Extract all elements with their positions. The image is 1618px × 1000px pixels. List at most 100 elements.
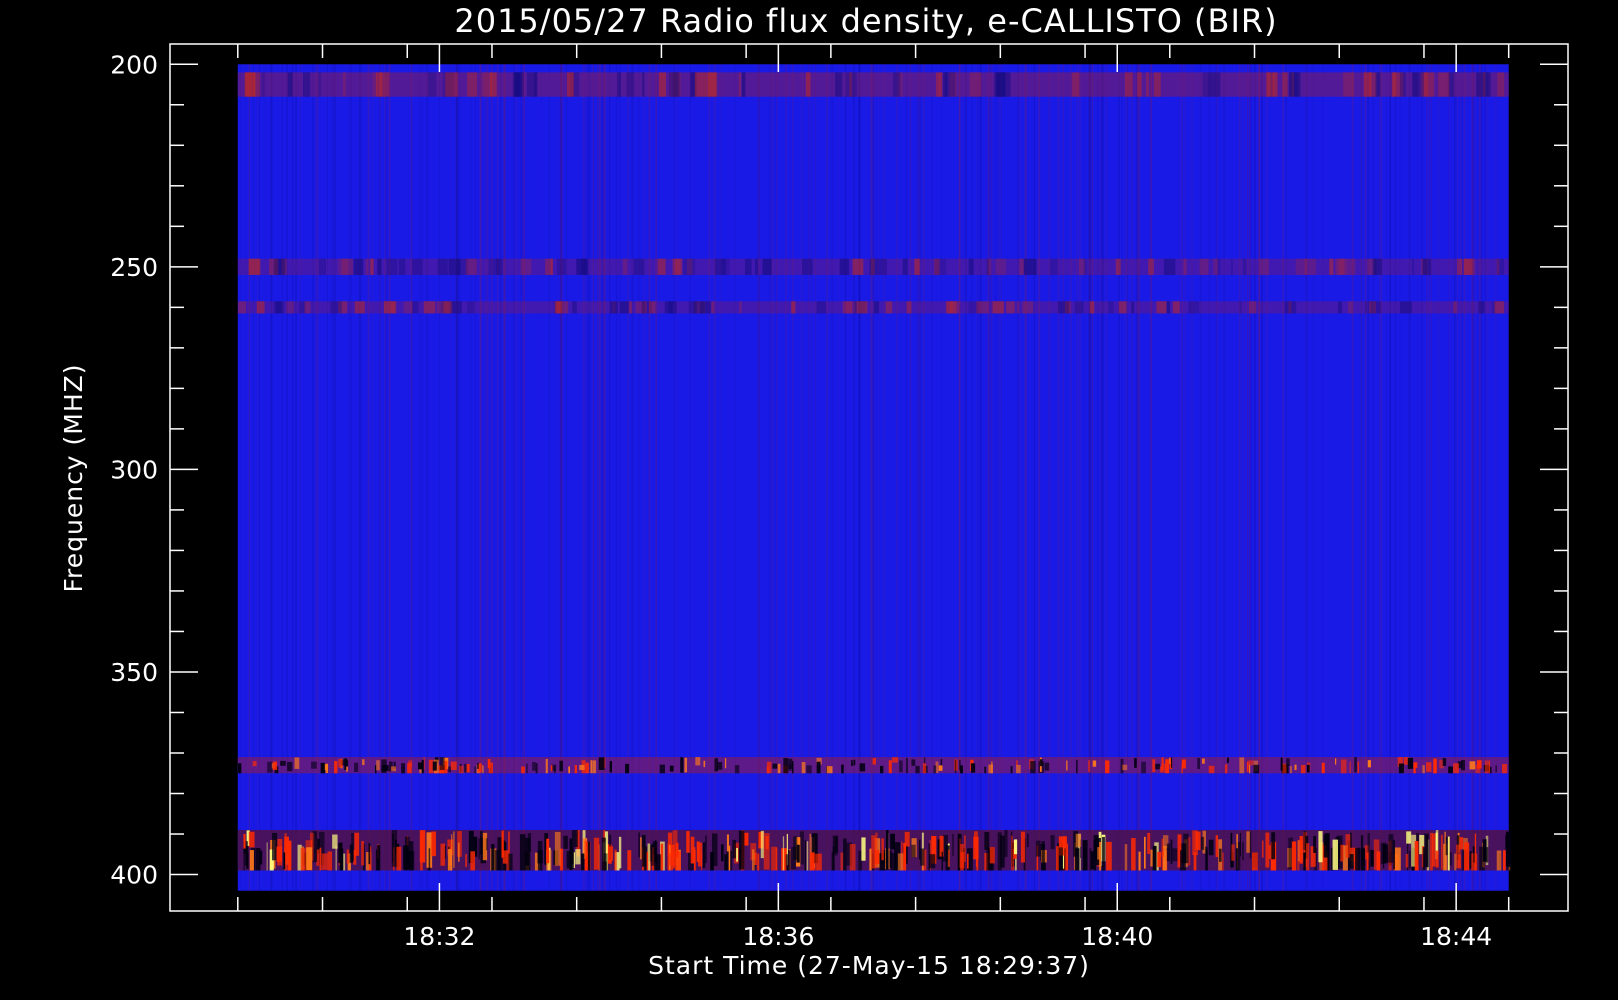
- band-cell: [1454, 853, 1457, 871]
- band-cell: [1372, 258, 1383, 275]
- band-cell: [995, 258, 1007, 275]
- band-cell: [1271, 832, 1276, 860]
- band-cell: [1303, 831, 1307, 851]
- band-cell: [1124, 72, 1133, 97]
- band-cell: [766, 761, 772, 774]
- band-cell: [886, 830, 889, 870]
- band-cell: [989, 847, 995, 864]
- band-cell: [806, 765, 812, 774]
- band-cell: [391, 766, 397, 772]
- band-cell: [1231, 844, 1235, 861]
- band-cell: [1252, 852, 1258, 871]
- band-cell: [782, 836, 785, 871]
- band-cell: [609, 301, 618, 314]
- band-cell: [1089, 301, 1095, 314]
- band-cell: [353, 258, 364, 275]
- band-cell: [627, 850, 632, 871]
- band-cell: [967, 853, 969, 869]
- band-cell: [506, 850, 509, 871]
- band-cell: [554, 831, 561, 866]
- band-cell: [617, 72, 621, 97]
- band-cell: [1388, 834, 1394, 863]
- x-tick-label: 18:40: [1081, 922, 1153, 951]
- band-cell: [467, 301, 475, 314]
- band-cell: [401, 763, 406, 774]
- band-cell: [890, 852, 897, 871]
- band-cell: [1224, 764, 1228, 774]
- band-cell: [1026, 833, 1029, 848]
- band-cell: [816, 301, 827, 314]
- band-cell: [1023, 258, 1035, 275]
- band-cell: [1170, 839, 1173, 865]
- band-cell: [1106, 841, 1112, 871]
- band-cell: [806, 841, 809, 871]
- band-cell: [370, 258, 374, 275]
- band-cell: [810, 852, 815, 871]
- band-cell: [1409, 850, 1411, 869]
- band-cell: [1280, 757, 1283, 771]
- band-cell: [590, 760, 593, 774]
- band-cell: [255, 848, 261, 871]
- band-cell: [1131, 301, 1135, 314]
- band-cell: [1332, 839, 1339, 870]
- band-cell: [1290, 72, 1299, 97]
- band-cell: [1146, 72, 1149, 97]
- band-cell: [869, 848, 872, 871]
- y-tick-label: 300: [110, 455, 158, 484]
- band-cell: [1200, 836, 1205, 850]
- band-cell: [1183, 258, 1187, 275]
- band-cell: [736, 847, 738, 862]
- band-cell: [575, 849, 581, 865]
- band-cell: [918, 839, 921, 860]
- band-cell: [1412, 72, 1419, 97]
- band-cell: [839, 258, 850, 275]
- band-cell: [423, 301, 436, 314]
- band-cell: [1041, 840, 1045, 871]
- band-cell: [1183, 833, 1189, 864]
- band-cell: [494, 849, 501, 871]
- band-cell: [1152, 759, 1156, 772]
- band-cell: [1398, 763, 1405, 774]
- band-cell: [248, 831, 255, 848]
- band-cell: [684, 757, 688, 773]
- band-cell: [1072, 72, 1080, 97]
- band-cell: [744, 832, 749, 846]
- band-cell: [1152, 845, 1157, 871]
- band-cell: [710, 852, 714, 871]
- band-cell: [486, 838, 488, 851]
- band-cell: [741, 72, 746, 97]
- band-cell: [1249, 301, 1257, 314]
- band-cell: [1400, 301, 1412, 314]
- band-cell: [524, 852, 529, 866]
- band-cell: [657, 258, 666, 275]
- band-cell: [448, 258, 461, 275]
- band-cell: [252, 761, 257, 767]
- band-cell: [1248, 760, 1254, 766]
- band-cell: [1147, 832, 1151, 854]
- band-cell: [842, 301, 853, 314]
- band-cell: [762, 258, 772, 275]
- band-cell: [1219, 848, 1222, 862]
- y-tick-label: 200: [110, 50, 158, 79]
- band-cell: [984, 766, 987, 774]
- band-cell: [477, 762, 479, 769]
- band-cell: [873, 301, 880, 314]
- x-axis-label: Start Time (27-May-15 18:29:37): [648, 951, 1090, 980]
- band-cell: [253, 72, 261, 97]
- band-cell: [805, 72, 811, 97]
- band-cell: [799, 831, 804, 865]
- band-cell: [1306, 764, 1310, 773]
- band-cell: [1066, 843, 1068, 871]
- band-cell: [1447, 836, 1450, 871]
- band-cell: [1261, 840, 1264, 858]
- band-cell: [459, 765, 464, 774]
- band-cell: [1448, 766, 1453, 774]
- band-cell: [885, 301, 893, 314]
- band-cell: [593, 837, 600, 870]
- band-cell: [1083, 258, 1088, 275]
- band-cell: [1092, 760, 1097, 767]
- band-cell: [532, 762, 536, 771]
- band-cell: [585, 762, 589, 774]
- band-cell: [986, 847, 989, 871]
- band-cell: [451, 301, 462, 314]
